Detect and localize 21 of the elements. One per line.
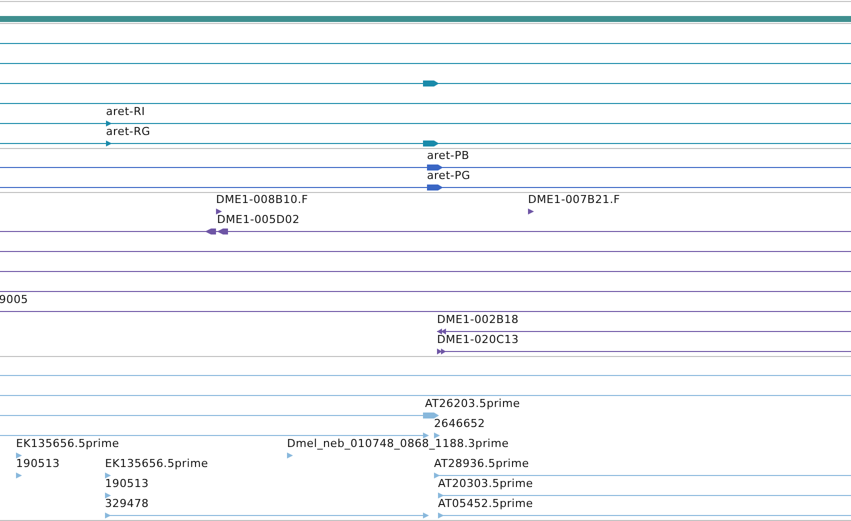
feature-label: Dmel_neb_010748_0868_1188.3prime [287, 438, 509, 450]
feature-label: AT20303.5prime [438, 478, 534, 490]
feature-label: aret-PG [427, 170, 470, 182]
feature-label: aret-RI [106, 106, 146, 118]
feature-label: 2646652 [434, 418, 486, 430]
feature-label: EK135656.5prime [105, 458, 208, 470]
feature-label: EK135656.5prime [16, 438, 120, 450]
feature-label: aret-PB [427, 150, 470, 162]
feature-label: DME1-020C13 [437, 334, 519, 346]
feature-label: AT28936.5prime [434, 458, 530, 470]
feature-label: DME1-005D02 [217, 214, 300, 226]
feature-label: 329478 [105, 498, 149, 510]
feature-label: 190513 [105, 478, 149, 490]
feature-label: AT26203.5prime [425, 398, 520, 410]
feature-label: DME1-002B18 [437, 314, 519, 326]
feature-label: DME1-007B21.F [528, 194, 620, 206]
feature-label: DME1-008B10.F [216, 194, 308, 206]
feature-label: 190513 [16, 458, 60, 470]
feature-label: aret-RG [106, 126, 150, 138]
feature-label: 9005 [0, 294, 28, 306]
feature-label: AT05452.5prime [438, 498, 534, 510]
